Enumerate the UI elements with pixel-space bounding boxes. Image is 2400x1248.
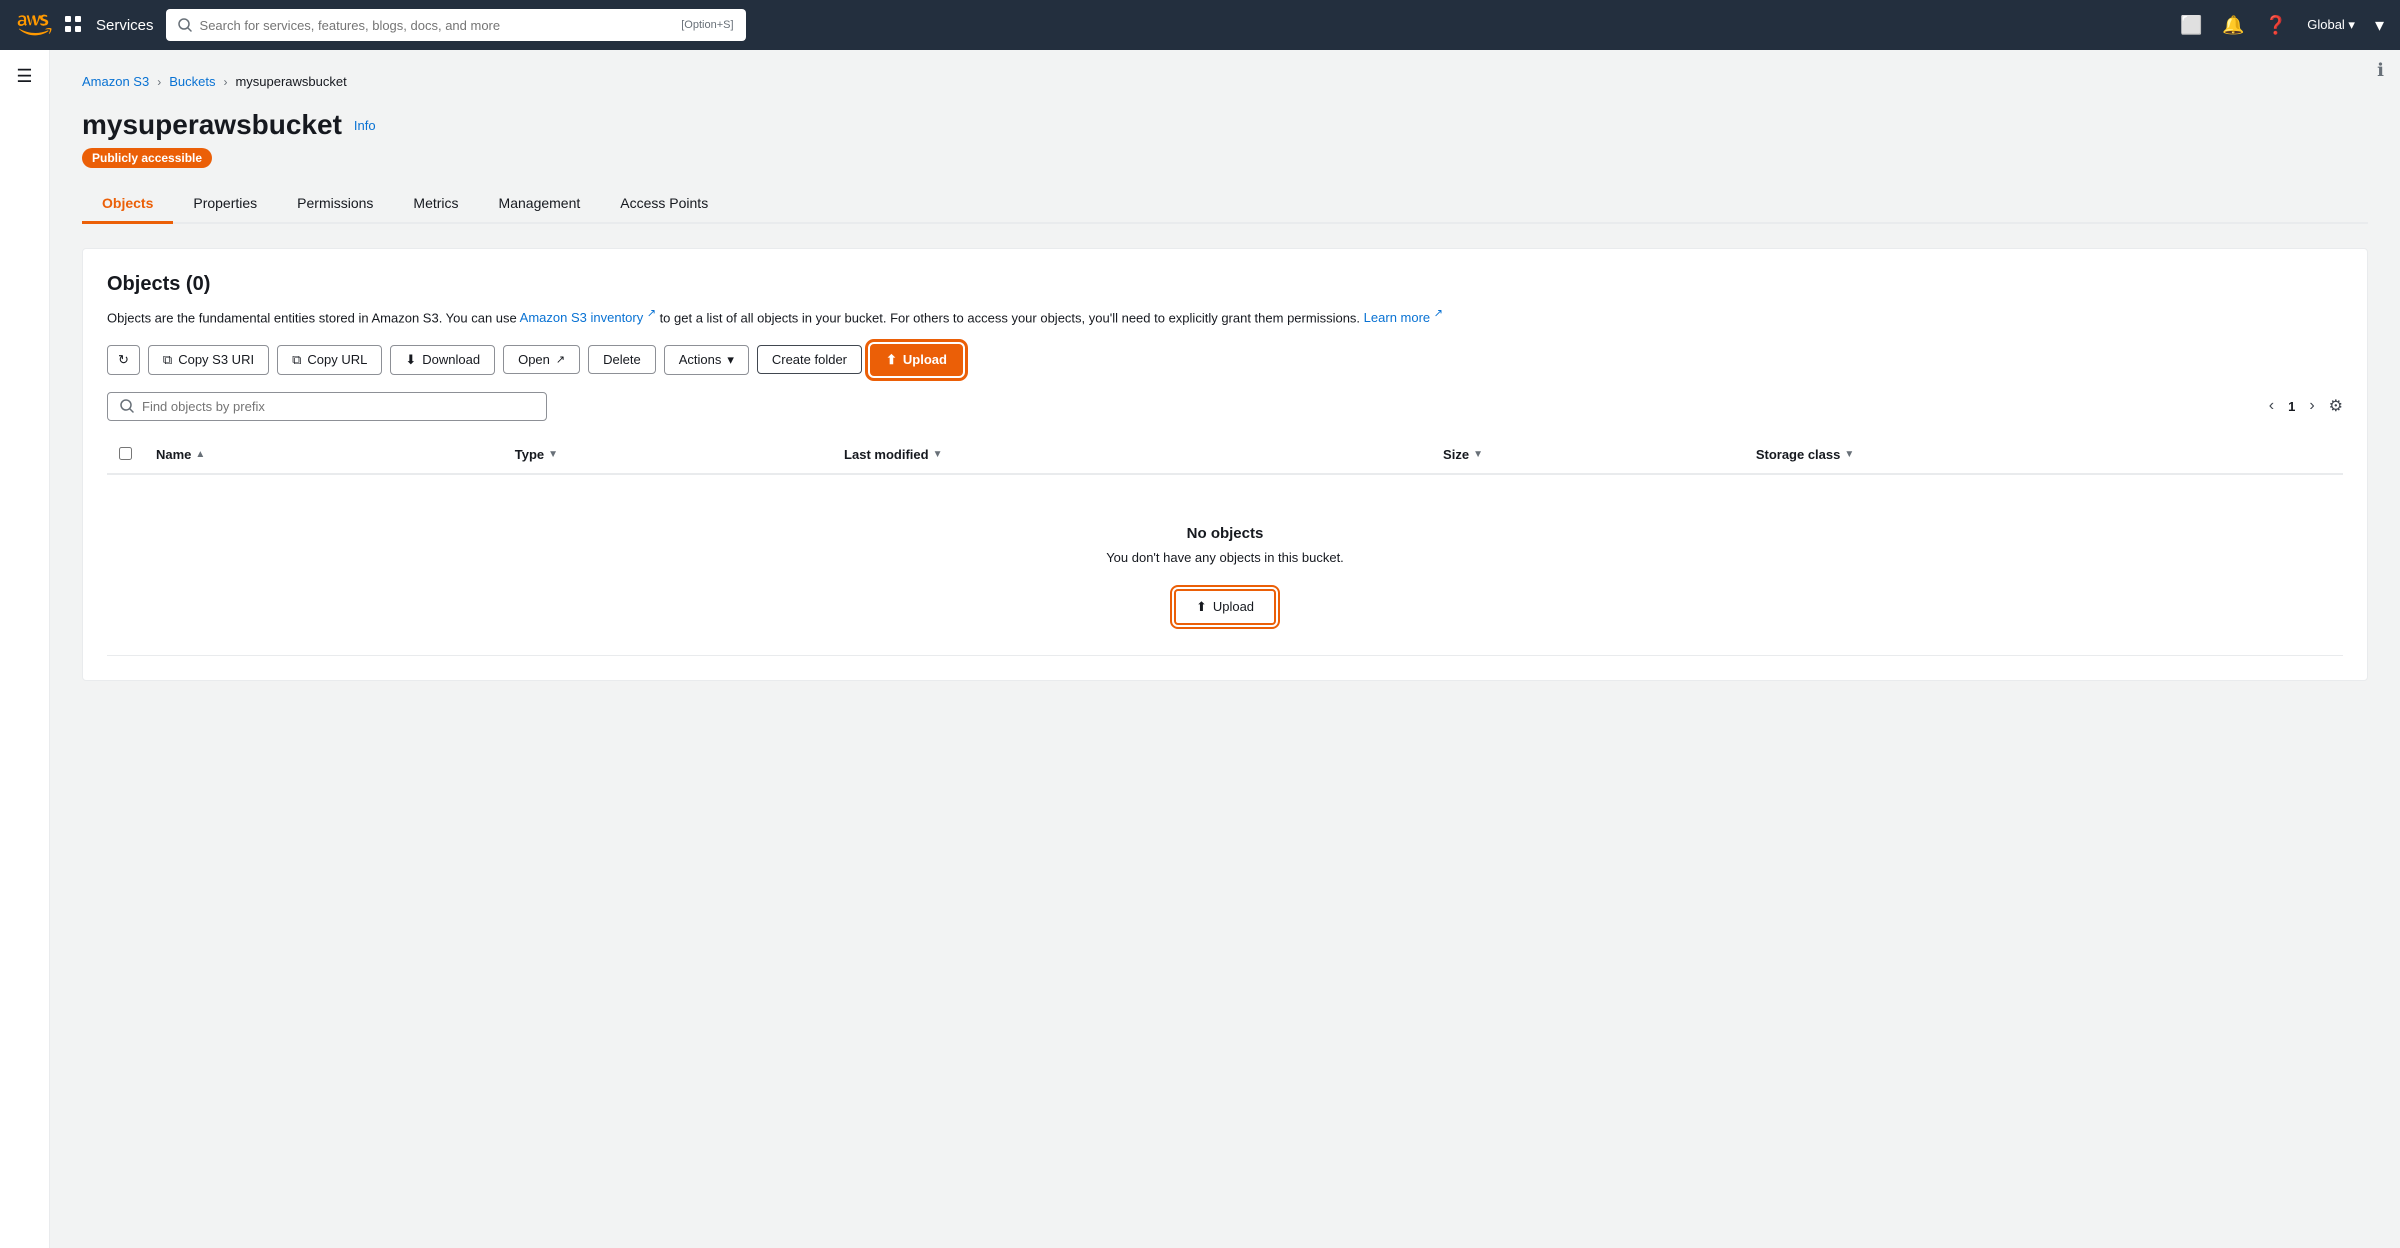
terminal-icon[interactable]: ⬜	[2180, 15, 2202, 36]
sidebar-toggle-button[interactable]: ☰	[16, 66, 32, 87]
prefix-search[interactable]	[107, 392, 547, 421]
nav-right: ⬜ 🔔 ❓ Global ▾ ▾	[2180, 15, 2384, 36]
global-search[interactable]: [Option+S]	[166, 9, 746, 41]
empty-title: No objects	[119, 525, 2331, 542]
sidebar: ☰	[0, 50, 50, 1248]
public-badge: Publicly accessible	[82, 148, 212, 168]
select-all-checkbox[interactable]	[119, 447, 132, 460]
col-name[interactable]: Name ▲	[144, 437, 503, 474]
storage-class-sort-icon: ▼	[1844, 449, 1854, 460]
download-button[interactable]: ⬇ Download	[390, 345, 495, 375]
name-sort-icon: ▲	[195, 449, 205, 460]
services-nav[interactable]: Services	[96, 17, 154, 34]
col-storage-class[interactable]: Storage class ▼	[1744, 437, 2343, 474]
objects-table: Name ▲ Type ▼ Last modified ▼	[107, 437, 2343, 656]
last-modified-sort-icon: ▼	[933, 449, 943, 460]
col-last-modified[interactable]: Last modified ▼	[832, 437, 1431, 474]
refresh-button[interactable]: ↻	[107, 345, 140, 375]
tab-permissions[interactable]: Permissions	[277, 185, 393, 224]
next-page-button[interactable]: ›	[2303, 395, 2320, 417]
tab-management[interactable]: Management	[479, 185, 601, 224]
aws-logo[interactable]	[16, 7, 52, 43]
refresh-icon: ↻	[118, 352, 129, 368]
help-icon[interactable]: ❓	[2265, 15, 2287, 36]
grid-icon[interactable]	[64, 15, 82, 36]
col-type[interactable]: Type ▼	[503, 437, 832, 474]
toolbar: ↻ ⧉ Copy S3 URI ⧉ Copy URL ⬇ Download Op…	[107, 344, 2343, 376]
copy-url-icon: ⧉	[292, 352, 301, 368]
table-settings-icon[interactable]: ⚙	[2329, 396, 2343, 416]
create-folder-button[interactable]: Create folder	[757, 345, 862, 374]
prev-page-button[interactable]: ‹	[2263, 395, 2280, 417]
copy-url-button[interactable]: ⧉ Copy URL	[277, 345, 382, 375]
actions-button[interactable]: Actions ▾	[664, 345, 749, 375]
type-sort-icon: ▼	[548, 449, 558, 460]
breadcrumb-current: mysuperawsbucket	[235, 74, 346, 89]
breadcrumb-amazon-s3[interactable]: Amazon S3	[82, 74, 149, 89]
prefix-search-icon	[120, 399, 134, 413]
search-input[interactable]	[200, 18, 674, 33]
objects-header: Objects (0)	[107, 273, 2343, 296]
tab-metrics[interactable]: Metrics	[393, 185, 478, 224]
open-button[interactable]: Open ↗	[503, 345, 580, 374]
current-page: 1	[2288, 399, 2295, 414]
region-selector[interactable]: Global ▾	[2307, 17, 2355, 33]
upload-button[interactable]: ⬆ Upload	[870, 344, 963, 376]
search-icon	[178, 18, 192, 32]
search-shortcut: [Option+S]	[681, 19, 733, 31]
info-link[interactable]: Info	[354, 118, 376, 133]
objects-description: Objects are the fundamental entities sto…	[107, 306, 2343, 328]
tab-access-points[interactable]: Access Points	[600, 185, 728, 224]
breadcrumb-buckets[interactable]: Buckets	[169, 74, 215, 89]
delete-button[interactable]: Delete	[588, 345, 656, 374]
page-header: mysuperawsbucket Info Publicly accessibl…	[82, 109, 2368, 165]
empty-desc: You don't have any objects in this bucke…	[119, 550, 2331, 565]
col-size[interactable]: Size ▼	[1431, 437, 1744, 474]
breadcrumb-sep-2: ›	[223, 75, 227, 89]
tab-objects[interactable]: Objects	[82, 185, 173, 224]
tabs: Objects Properties Permissions Metrics M…	[82, 185, 2368, 224]
page-title: mysuperawsbucket	[82, 109, 342, 141]
breadcrumb-sep-1: ›	[157, 75, 161, 89]
info-panel-icon[interactable]: ℹ	[2377, 60, 2384, 81]
top-navigation: Services [Option+S] ⬜ 🔔 ❓ Global ▾ ▾	[0, 0, 2400, 50]
inventory-link[interactable]: Amazon S3 inventory ↗	[520, 310, 656, 325]
copy-s3-uri-icon: ⧉	[163, 352, 172, 368]
tab-properties[interactable]: Properties	[173, 185, 277, 224]
open-external-icon: ↗	[556, 353, 565, 366]
breadcrumb: Amazon S3 › Buckets › mysuperawsbucket	[82, 74, 2368, 89]
search-row: ‹ 1 › ⚙	[107, 392, 2343, 421]
upload-center-button[interactable]: ⬆ Upload	[1174, 589, 1276, 625]
upload-center-icon: ⬆	[1196, 599, 1207, 615]
empty-state: No objects You don't have any objects in…	[119, 485, 2331, 645]
objects-panel: Objects (0) Objects are the fundamental …	[82, 248, 2368, 681]
objects-count: (0)	[186, 273, 210, 295]
bell-icon[interactable]: 🔔	[2222, 15, 2244, 36]
main-content: Amazon S3 › Buckets › mysuperawsbucket m…	[50, 50, 2400, 1248]
user-menu[interactable]: ▾	[2375, 15, 2384, 36]
prefix-search-input[interactable]	[142, 399, 534, 414]
download-icon: ⬇	[405, 352, 416, 368]
actions-chevron-icon: ▾	[727, 352, 734, 368]
upload-icon: ⬆	[886, 352, 897, 368]
copy-s3-uri-button[interactable]: ⧉ Copy S3 URI	[148, 345, 269, 375]
pagination: ‹ 1 › ⚙	[2263, 395, 2343, 417]
size-sort-icon: ▼	[1473, 449, 1483, 460]
learn-more-link[interactable]: Learn more ↗	[1364, 310, 1443, 325]
